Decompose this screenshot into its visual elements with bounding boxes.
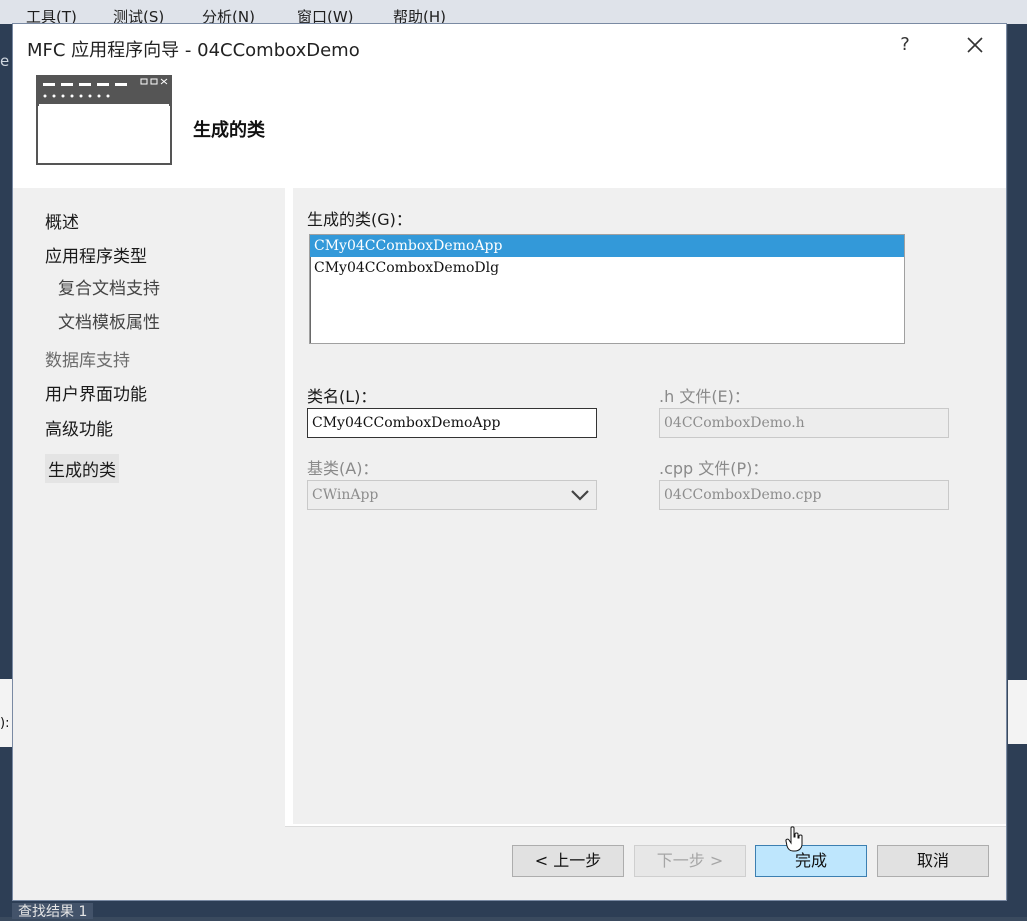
page-title: 生成的类 [193,120,265,141]
help-button[interactable]: ? [895,34,915,56]
wizard-nav: 概述 应用程序类型 复合文档支持 文档模板属性 数据库支持 用户界面功能 高级功… [13,188,283,900]
class-name-field[interactable]: CMy04CComboxDemoApp [307,408,597,438]
wizard-banner: 生成的类 [13,68,1006,188]
close-icon [967,37,983,53]
nav-item-document-template[interactable]: 文档模板属性 [58,308,160,333]
cpp-file-field[interactable]: 04CComboxDemo.cpp [659,480,949,510]
dialog-titlebar[interactable]: MFC 应用程序向导 - 04CComboxDemo ? [13,24,1006,68]
h-file-label: .h 文件(E)： [659,387,750,406]
ide-left-panel-text: ): [0,716,10,731]
wizard-footer: < 上一步 下一步 > 完成 取消 [285,826,1006,900]
list-item[interactable]: CMy04CComboxDemoDlg [310,257,904,279]
h-file-field[interactable]: 04CComboxDemo.h [659,408,949,438]
next-button[interactable]: 下一步 > [634,845,746,877]
wizard-body: 概述 应用程序类型 复合文档支持 文档模板属性 数据库支持 用户界面功能 高级功… [13,188,1006,900]
ide-right-panel-block [1008,680,1027,744]
hand-cursor-icon [785,826,803,852]
nav-item-user-interface[interactable]: 用户界面功能 [45,380,147,405]
mfc-wizard-dialog: MFC 应用程序向导 - 04CComboxDemo ? 生成的类 概述 应用程… [12,23,1007,901]
nav-item-advanced-features[interactable]: 高级功能 [45,415,113,440]
window-icon [36,75,172,165]
cpp-file-label: .cpp 文件(P)： [659,459,769,478]
generated-classes-label: 生成的类(G)： [307,210,412,229]
ide-bottom-bar: 查找结果 1 [0,900,1027,920]
base-class-label: 基类(A)： [307,459,379,478]
generated-classes-list[interactable]: CMy04CComboxDemoApp CMy04CComboxDemoDlg [309,234,905,344]
list-item[interactable]: CMy04CComboxDemoApp [310,235,904,257]
close-button[interactable] [960,32,990,60]
ide-right-panel [1008,24,1027,917]
ide-menubar: 工具(T) 测试(S) 分析(N) 窗口(W) 帮助(H) [0,0,1027,26]
nav-item-application-type[interactable]: 应用程序类型 [45,242,147,267]
base-class-value: CWinApp [312,487,379,503]
prev-button[interactable]: < 上一步 [512,845,624,877]
dialog-title: MFC 应用程序向导 - 04CComboxDemo [27,40,360,61]
class-name-label: 类名(L)： [307,387,377,406]
base-class-combo[interactable]: CWinApp [307,480,597,510]
nav-item-generated-classes[interactable]: 生成的类 [45,454,119,483]
finish-button[interactable]: 完成 [755,845,867,877]
ide-left-panel-block [0,679,12,747]
ide-left-panel: e ): [0,24,12,917]
nav-item-database-support[interactable]: 数据库支持 [45,346,130,371]
nav-item-overview[interactable]: 概述 [45,208,79,233]
content-panel: 生成的类(G)： CMy04CComboxDemoApp CMy04CCombo… [285,188,1006,826]
nav-item-compound-document[interactable]: 复合文档支持 [58,274,160,299]
chevron-down-icon[interactable] [570,488,590,502]
cancel-button[interactable]: 取消 [877,845,989,877]
ide-left-edge-text: e [0,52,10,70]
